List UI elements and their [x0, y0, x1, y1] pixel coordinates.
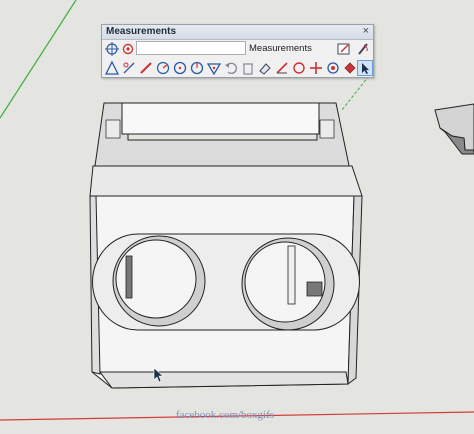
measurements-label: Measurements [249, 43, 312, 54]
select-arrow-icon[interactable] [357, 60, 373, 76]
measurements-input[interactable] [136, 41, 246, 55]
watermark-text: facebook.com/boxgifs [176, 409, 275, 421]
dimension-icon[interactable] [121, 60, 137, 76]
inner-back-wall [121, 102, 320, 135]
right-hole-post [287, 245, 296, 305]
delete-icon[interactable] [240, 60, 256, 76]
polygon-icon[interactable] [206, 60, 222, 76]
toolbar-row-2 [102, 59, 373, 77]
circle-icon[interactable] [172, 60, 188, 76]
pencil-icon[interactable] [355, 41, 371, 57]
left-hole-post [125, 255, 133, 299]
measure-extent-icon[interactable] [336, 41, 352, 57]
box-model[interactable] [89, 102, 363, 389]
tape-measure-icon[interactable] [104, 60, 120, 76]
box-top-bevel [89, 165, 363, 197]
toolbar-titlebar[interactable]: Measurements × [102, 25, 373, 40]
toolbar-title: Measurements [106, 26, 177, 37]
undo-icon[interactable] [223, 60, 239, 76]
crosshair-icon[interactable] [104, 41, 120, 57]
right-notch [319, 119, 335, 139]
protractor-icon[interactable] [138, 60, 154, 76]
refresh-icon[interactable] [291, 60, 307, 76]
move-icon[interactable] [308, 60, 324, 76]
left-notch [105, 119, 121, 139]
axes-icon[interactable] [155, 60, 171, 76]
pin-icon[interactable] [120, 41, 136, 57]
close-icon[interactable]: × [363, 25, 369, 38]
rotate-icon[interactable] [274, 60, 290, 76]
eraser-icon[interactable] [257, 60, 273, 76]
right-hole-block [306, 281, 323, 297]
arc-icon[interactable] [189, 60, 205, 76]
measurements-toolbar[interactable]: Measurements × Measurements [101, 24, 374, 78]
toolbar-row-1: Measurements [102, 40, 373, 58]
paint-bucket-icon[interactable] [342, 60, 358, 76]
component-icon[interactable] [325, 60, 341, 76]
